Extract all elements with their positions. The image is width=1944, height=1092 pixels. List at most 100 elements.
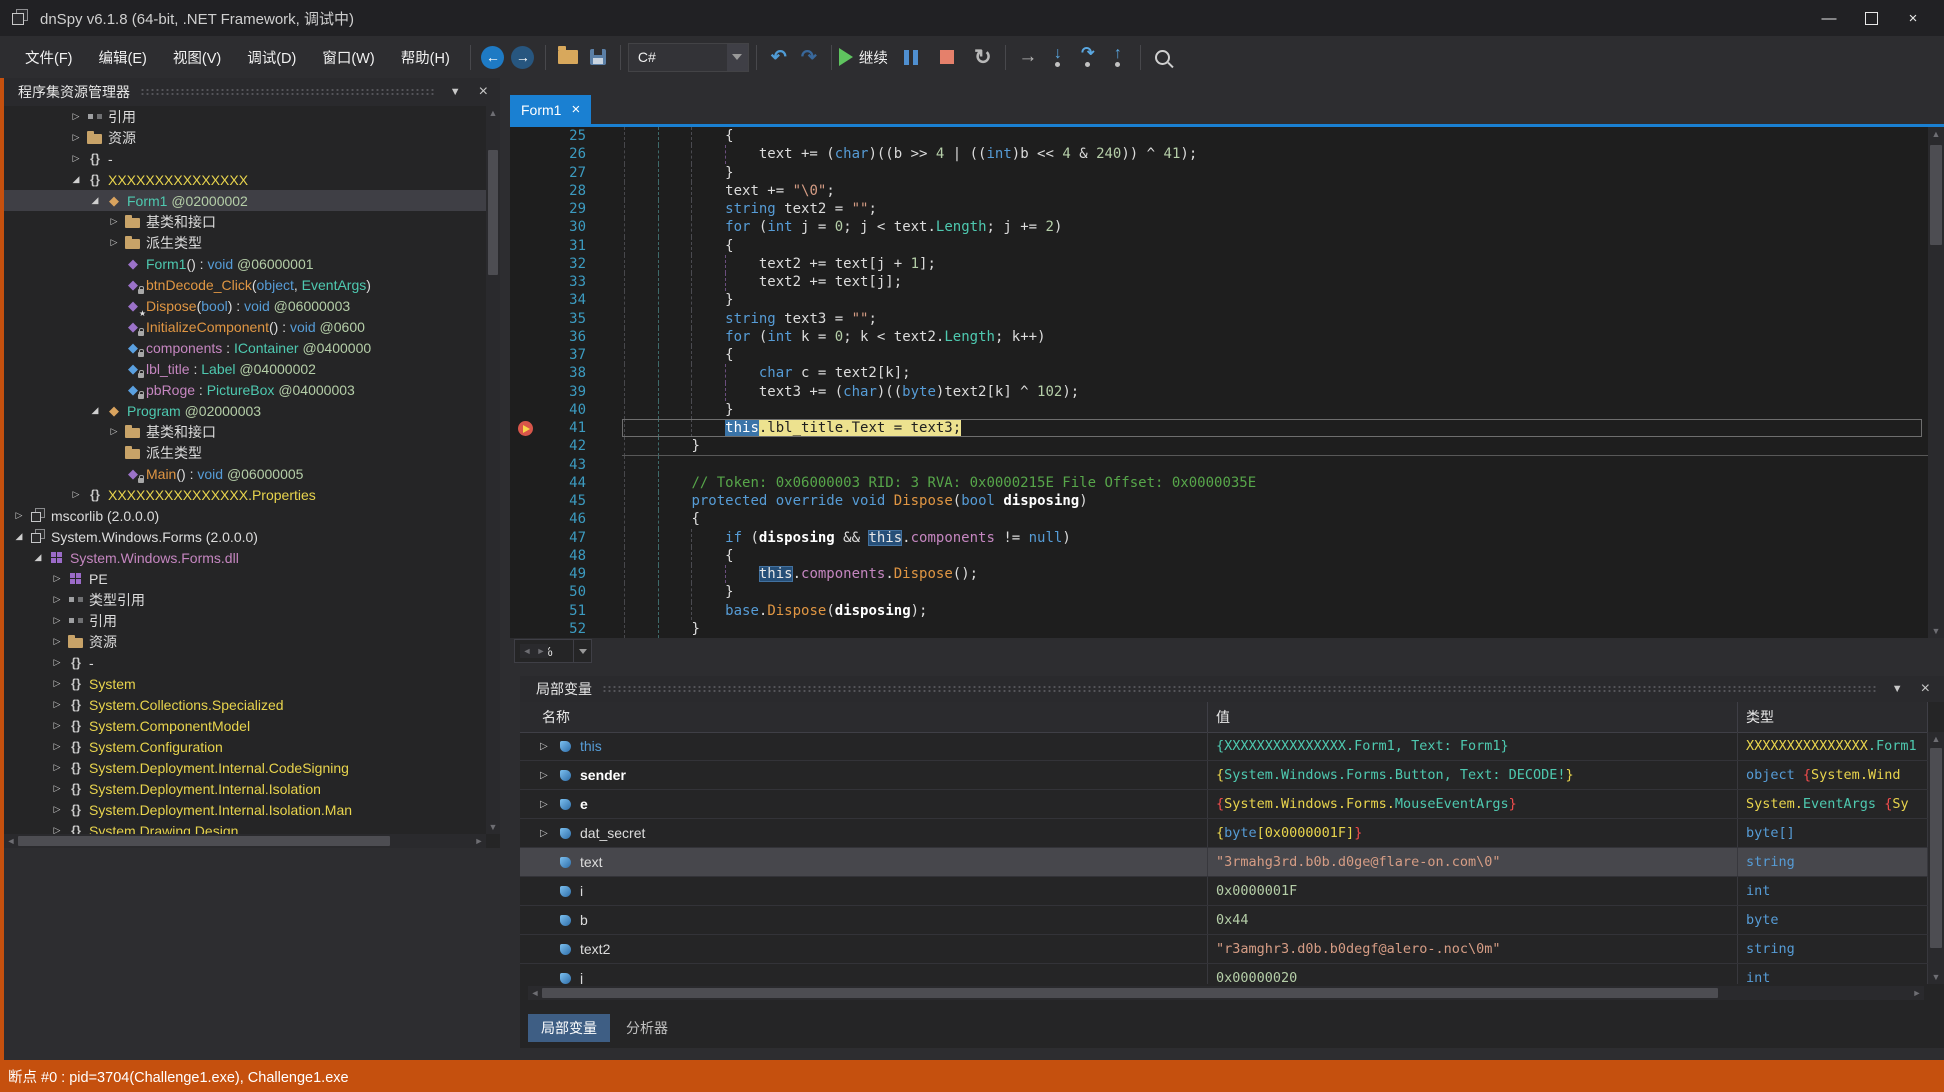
pause-button[interactable] xyxy=(896,41,926,73)
tree-item[interactable]: ▷{}System.Deployment.Internal.Isolation.… xyxy=(4,799,486,820)
code-line-51[interactable]: 51 base.Dispose(disposing); xyxy=(510,602,1928,620)
chevron-collapsed-icon[interactable]: ▷ xyxy=(48,720,66,731)
code-line-26[interactable]: 26 text += (char)((b >> 4 | ((int)b << 4… xyxy=(510,145,1928,163)
tree-item[interactable]: ◢System.Windows.Forms.dll xyxy=(4,547,486,568)
restart-button[interactable]: ↻ xyxy=(968,41,998,73)
chevron-collapsed-icon[interactable]: ▷ xyxy=(540,770,555,781)
menu-item-2[interactable]: 视图(V) xyxy=(160,42,234,73)
code-line-52[interactable]: 52 } xyxy=(510,620,1928,638)
code-line-27[interactable]: 27 } xyxy=(510,164,1928,182)
tree-item[interactable]: ▷基类和接口 xyxy=(4,421,486,442)
tree-item[interactable]: ▷{}- xyxy=(4,148,486,169)
undo-button[interactable]: ↶ xyxy=(764,41,794,73)
chevron-collapsed-icon[interactable]: ▷ xyxy=(48,657,66,668)
close-button[interactable]: × xyxy=(1892,3,1934,33)
menu-item-1[interactable]: 编辑(E) xyxy=(86,42,160,73)
chevron-down-icon[interactable] xyxy=(573,640,591,662)
back-button[interactable]: ← xyxy=(478,41,508,73)
tree-item[interactable]: ▷mscorlib (2.0.0.0) xyxy=(4,505,486,526)
tree-item[interactable]: components : IContainer @0400000 xyxy=(4,337,486,358)
explorer-horizontal-scrollbar[interactable]: ◄ ► xyxy=(4,834,486,848)
tree-item[interactable]: ▷派生类型 xyxy=(4,232,486,253)
tree-item[interactable]: ◢System.Windows.Forms (2.0.0.0) xyxy=(4,526,486,547)
code-line-40[interactable]: 40 } xyxy=(510,401,1928,419)
code-line-42[interactable]: 42 } xyxy=(510,437,1928,455)
continue-button[interactable]: 继续 xyxy=(839,41,888,73)
locals-row[interactable]: ▷this{XXXXXXXXXXXXXXX.Form1, Text: Form1… xyxy=(520,732,1928,761)
locals-row[interactable]: text2"r3amghr3.d0b.b0degf@alero-.noc\0m"… xyxy=(520,935,1928,964)
locals-row[interactable]: text"3rmahg3rd.b0b.d0ge@flare-on.com\0"s… xyxy=(520,848,1928,877)
code-area[interactable]: 25 {26 text += (char)((b >> 4 | ((int)b … xyxy=(510,127,1928,638)
bottom-tab-locals[interactable]: 局部变量 xyxy=(528,1014,610,1042)
show-next-statement-button[interactable]: → xyxy=(1013,41,1043,73)
tree-item[interactable]: ▷PE xyxy=(4,568,486,589)
chevron-collapsed-icon[interactable]: ▷ xyxy=(67,111,85,122)
tree-item[interactable]: ◢Program @02000003 xyxy=(4,400,486,421)
tree-item[interactable]: ▷{}System.ComponentModel xyxy=(4,715,486,736)
tree-item[interactable]: ▷{}System.Deployment.Internal.Isolation xyxy=(4,778,486,799)
drag-grip[interactable] xyxy=(140,88,436,97)
tree-item[interactable]: lbl_title : Label @04000002 xyxy=(4,358,486,379)
chevron-down-icon[interactable] xyxy=(727,44,748,71)
bottom-tab-analyzer[interactable]: 分析器 xyxy=(613,1014,681,1042)
minimize-button[interactable]: — xyxy=(1808,3,1850,33)
close-icon[interactable]: × xyxy=(475,83,492,101)
step-over-button[interactable]: ↷ xyxy=(1073,41,1103,73)
chevron-collapsed-icon[interactable]: ▷ xyxy=(48,594,66,605)
locals-row[interactable]: i0x0000001Fint xyxy=(520,877,1928,906)
chevron-collapsed-icon[interactable]: ▷ xyxy=(540,799,555,810)
tree-item[interactable]: ▷{}System xyxy=(4,673,486,694)
tree-item[interactable]: pbRoge : PictureBox @04000003 xyxy=(4,379,486,400)
explorer-vertical-scrollbar[interactable]: ▲ ▼ xyxy=(486,106,500,834)
menu-item-3[interactable]: 调试(D) xyxy=(234,42,309,73)
column-header-name[interactable]: 名称 xyxy=(520,702,1208,732)
code-line-29[interactable]: 29 string text2 = ""; xyxy=(510,200,1928,218)
chevron-collapsed-icon[interactable]: ▷ xyxy=(105,237,123,248)
tree-item[interactable]: ▷类型引用 xyxy=(4,589,486,610)
tree-item[interactable]: ▷引用 xyxy=(4,610,486,631)
code-line-30[interactable]: 30 for (int j = 0; j < text.Length; j +=… xyxy=(510,218,1928,236)
search-button[interactable] xyxy=(1148,41,1178,73)
chevron-collapsed-icon[interactable]: ▷ xyxy=(48,741,66,752)
chevron-collapsed-icon[interactable]: ▷ xyxy=(105,216,123,227)
chevron-collapsed-icon[interactable]: ▷ xyxy=(67,132,85,143)
locals-row[interactable]: ▷e{System.Windows.Forms.MouseEventArgs}S… xyxy=(520,790,1928,819)
tree-item[interactable]: ★Dispose(bool) : void @06000003 xyxy=(4,295,486,316)
code-line-45[interactable]: 45 protected override void Dispose(bool … xyxy=(510,492,1928,510)
tree-item[interactable]: ▷{}System.Drawing.Design xyxy=(4,820,486,834)
tab-close-icon[interactable]: × xyxy=(571,101,580,118)
code-line-32[interactable]: 32 text2 += text[j + 1]; xyxy=(510,255,1928,273)
chevron-expanded-icon[interactable]: ◢ xyxy=(10,531,28,542)
editor-vertical-scrollbar[interactable]: ▲ ▼ xyxy=(1928,127,1944,638)
menu-item-5[interactable]: 帮助(H) xyxy=(388,42,463,73)
chevron-collapsed-icon[interactable]: ▷ xyxy=(48,699,66,710)
tree-item[interactable]: ▷资源 xyxy=(4,127,486,148)
chevron-collapsed-icon[interactable]: ▷ xyxy=(48,804,66,815)
tree-item[interactable]: ▷引用 xyxy=(4,106,486,127)
code-line-43[interactable]: 43 xyxy=(510,456,1928,474)
code-line-35[interactable]: 35 string text3 = ""; xyxy=(510,310,1928,328)
chevron-collapsed-icon[interactable]: ▷ xyxy=(67,153,85,164)
tree-item[interactable]: ◢{}XXXXXXXXXXXXXXX xyxy=(4,169,486,190)
tree-item[interactable]: Main() : void @06000005 xyxy=(4,463,486,484)
code-line-39[interactable]: 39 text3 += (char)((byte)text2[k] ^ 102)… xyxy=(510,383,1928,401)
chevron-expanded-icon[interactable]: ◢ xyxy=(67,174,85,185)
chevron-collapsed-icon[interactable]: ▷ xyxy=(105,426,123,437)
open-button[interactable] xyxy=(553,41,583,73)
drag-grip[interactable] xyxy=(602,685,1878,694)
redo-button[interactable]: ↷ xyxy=(794,41,824,73)
tree-item[interactable]: ▷{}System.Collections.Specialized xyxy=(4,694,486,715)
code-line-38[interactable]: 38 char c = text2[k]; xyxy=(510,364,1928,382)
chevron-collapsed-icon[interactable]: ▷ xyxy=(48,573,66,584)
code-line-48[interactable]: 48 { xyxy=(510,547,1928,565)
code-line-31[interactable]: 31 { xyxy=(510,237,1928,255)
code-line-36[interactable]: 36 for (int k = 0; k < text2.Length; k++… xyxy=(510,328,1928,346)
code-line-28[interactable]: 28 text += "\0"; xyxy=(510,182,1928,200)
tab-form1[interactable]: Form1 × xyxy=(510,95,591,124)
tree-item[interactable]: ▷基类和接口 xyxy=(4,211,486,232)
column-header-value[interactable]: 值 xyxy=(1208,702,1738,732)
tree-item[interactable]: ▷{}- xyxy=(4,652,486,673)
locals-row[interactable]: j0x00000020int xyxy=(520,964,1928,984)
step-into-button[interactable]: ↓ xyxy=(1043,41,1073,73)
chevron-collapsed-icon[interactable]: ▷ xyxy=(540,828,555,839)
